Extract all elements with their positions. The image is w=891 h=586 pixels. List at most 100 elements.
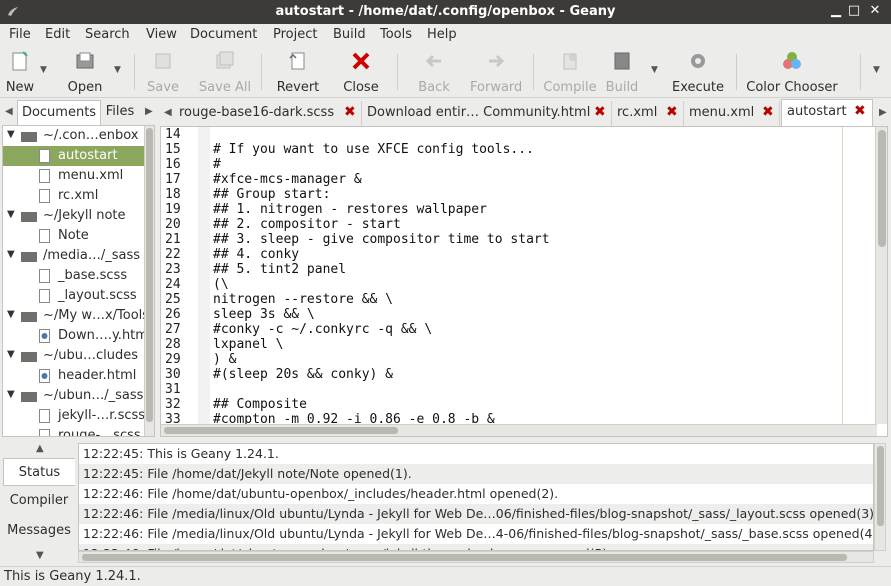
message-row[interactable]: 12:22:46: File /home/dat/ubuntu-openbox/… (79, 484, 873, 504)
expander-down-icon[interactable]: ▼ (7, 389, 15, 400)
sidebar-tab-right-arrow-icon[interactable]: ▶ (145, 106, 153, 117)
color-chooser-icon (783, 52, 801, 69)
tab-compiler[interactable]: Compiler (3, 487, 75, 515)
expander-down-icon[interactable]: ▼ (7, 129, 15, 140)
code-area[interactable]: # If you want to use XFCE config tools..… (213, 127, 875, 424)
code-editor[interactable]: 14 15 16 17 18 19 20 21 22 23 24 25 26 27 28 29 30 31 32 33… (160, 126, 888, 437)
tree-group[interactable]: ▼ ~/My w…x/Tools (3, 306, 149, 326)
tree-group[interactable]: ▼ ~/ubun…/_sass (3, 386, 146, 406)
editor-tab-active[interactable]: autostart ✖ (781, 99, 873, 126)
file-icon (39, 289, 50, 303)
menu-view[interactable]: View (146, 27, 177, 42)
build-button[interactable]: Build (604, 50, 640, 95)
tree-file[interactable]: _base.scss (3, 266, 146, 286)
status-message-list[interactable]: 12:22:45: This is Geany 1.24.1. 12:22:45:… (78, 443, 874, 551)
compile-button[interactable]: Compile (543, 50, 597, 95)
messages-hscrollbar-thumb[interactable] (82, 554, 847, 561)
messages-horizontal-scrollbar[interactable] (78, 551, 874, 563)
minimize-button[interactable]: ▁ (828, 3, 844, 19)
editor-tab[interactable]: rouge-base16-dark.scss ✖ (174, 101, 362, 126)
tree-group[interactable]: ▼ ~/Jekyll note (3, 206, 146, 226)
code-line: #conky -c ~/.conkyrc -q && \ (213, 322, 433, 337)
tree-file[interactable]: Note (3, 226, 146, 246)
tree-file[interactable]: rouge-…scss (3, 426, 146, 436)
menu-edit[interactable]: Edit (45, 27, 70, 42)
code-line: ) & (213, 352, 237, 367)
editor-tab[interactable]: Download entir… Community.html ✖ (362, 101, 612, 126)
messages-vertical-scrollbar[interactable] (874, 443, 886, 551)
execute-button[interactable]: Execute (671, 50, 725, 95)
open-button[interactable]: Open (64, 50, 106, 95)
message-row[interactable]: 12:22:46: File /media/linux/Old ubuntu/L… (79, 504, 873, 524)
tree-file-autostart[interactable]: autostart (3, 146, 146, 166)
close-button[interactable]: Close (340, 50, 382, 95)
tree-file[interactable]: menu.xml (3, 166, 146, 186)
expander-down-icon[interactable]: ▼ (7, 349, 15, 360)
open-dropdown-icon[interactable]: ▼ (114, 65, 121, 75)
tree-file[interactable]: _layout.scss (3, 286, 146, 306)
maximize-button[interactable]: □ (846, 3, 862, 19)
editor-horizontal-scrollbar[interactable] (161, 424, 877, 436)
tree-file[interactable]: jekyll-…r.scss (3, 406, 146, 426)
fold-margin[interactable] (198, 127, 210, 424)
expander-down-icon[interactable]: ▼ (7, 209, 15, 220)
editor-vertical-scrollbar[interactable] (875, 127, 887, 424)
editor-tab-left-arrow-icon[interactable]: ◀ (164, 107, 172, 118)
build-dropdown-icon[interactable]: ▼ (651, 65, 658, 75)
menu-file[interactable]: File (9, 27, 31, 42)
message-row[interactable]: 12:22:46: File /media/linux/Old ubuntu/L… (79, 524, 873, 544)
tab-files[interactable]: Files (103, 100, 137, 126)
tab-close-icon[interactable]: ✖ (344, 105, 356, 119)
new-button[interactable]: New (3, 50, 37, 95)
code-line: #(sleep 20s && conky) & (213, 367, 394, 382)
save-all-button[interactable]: Save All (198, 50, 252, 95)
message-row[interactable]: 12:22:45: File /home/dat/Jekyll note/Not… (79, 464, 873, 484)
menu-tools[interactable]: Tools (380, 27, 412, 42)
new-dropdown-icon[interactable]: ▼ (40, 65, 47, 75)
msg-tab-up-arrow-icon[interactable]: ▲ (36, 443, 44, 454)
color-chooser-button[interactable]: Color Chooser (746, 50, 838, 95)
menu-document[interactable]: Document (190, 27, 257, 42)
revert-button[interactable]: Revert (276, 50, 320, 95)
editor-scrollbar-thumb[interactable] (878, 130, 886, 247)
tab-messages[interactable]: Messages (3, 517, 75, 545)
code-line: ## 5. tint2 panel (213, 262, 347, 277)
expander-down-icon[interactable]: ▼ (7, 309, 15, 320)
status-bar: This is Geany 1.24.1. (0, 566, 891, 586)
toolbar-separator (860, 54, 861, 90)
save-button[interactable]: Save (144, 50, 182, 95)
window-close-button[interactable]: ✕ (867, 3, 883, 19)
message-row[interactable]: 12:22:46: File /home/dat/ubuntu-openbox/… (79, 544, 873, 550)
expander-down-icon[interactable]: ▼ (7, 249, 15, 260)
tree-group[interactable]: ▼ /media…/_sass (3, 246, 146, 266)
tab-close-icon[interactable]: ✖ (666, 105, 678, 119)
menu-search[interactable]: Search (85, 27, 130, 42)
editor-hscrollbar-thumb[interactable] (164, 427, 398, 434)
tab-close-icon[interactable]: ✖ (762, 105, 774, 119)
tree-group[interactable]: ▼ ~/.con…enbox (3, 126, 146, 146)
tab-documents[interactable]: Documents (17, 100, 101, 126)
tree-scrollbar[interactable] (144, 126, 154, 436)
message-row[interactable]: 12:22:45: This is Geany 1.24.1. (79, 444, 873, 464)
menu-help[interactable]: Help (427, 27, 457, 42)
editor-tab[interactable]: rc.xml ✖ (612, 101, 684, 126)
menu-project[interactable]: Project (273, 27, 317, 42)
forward-button[interactable]: Forward (470, 50, 522, 95)
toolbar-overflow-icon[interactable]: ▼ (873, 65, 880, 75)
tab-close-icon[interactable]: ✖ (854, 104, 866, 118)
menu-build[interactable]: Build (333, 27, 366, 42)
line-number: 30 (165, 367, 181, 382)
tree-scrollbar-thumb[interactable] (146, 128, 153, 422)
tab-close-icon[interactable]: ✖ (594, 105, 606, 119)
messages-scrollbar-thumb[interactable] (877, 446, 884, 526)
msg-tab-down-arrow-icon[interactable]: ▼ (36, 550, 44, 561)
tab-status[interactable]: Status (3, 458, 75, 486)
tree-group[interactable]: ▼ ~/ubu…cludes (3, 346, 146, 366)
tree-file[interactable]: rc.xml (3, 186, 146, 206)
editor-tab[interactable]: menu.xml ✖ (684, 101, 780, 126)
tree-file[interactable]: Down….y.html (3, 326, 152, 346)
sidebar-tab-left-arrow-icon[interactable]: ◀ (5, 106, 13, 117)
tree-file[interactable]: header.html (3, 366, 146, 386)
editor-tab-right-arrow-icon[interactable]: ▶ (879, 107, 887, 118)
back-button[interactable]: Back (413, 50, 455, 95)
